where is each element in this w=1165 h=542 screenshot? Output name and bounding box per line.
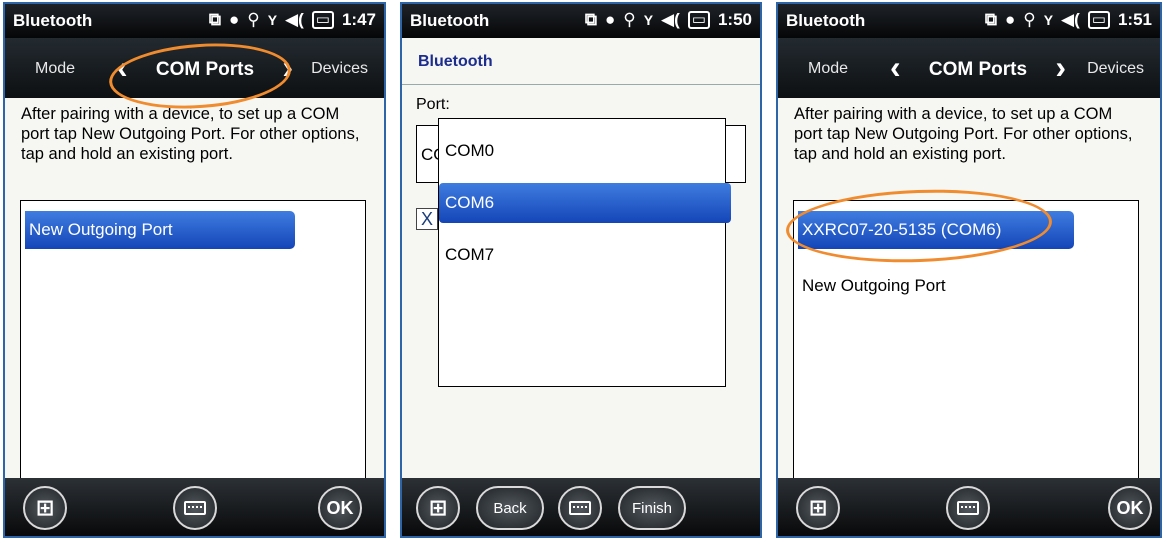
status-title: Bluetooth <box>410 11 490 30</box>
windows-start-icon[interactable]: ⊞ <box>416 486 460 530</box>
list-item-paired-port[interactable]: XXRC07-20-5135 (COM6) <box>798 211 1074 249</box>
nav-title: COM Ports <box>155 59 255 80</box>
dropdown-option-com0[interactable]: COM0 <box>439 131 725 171</box>
signal-icon: Y <box>1043 12 1054 28</box>
nav-title: COM Ports <box>928 59 1028 80</box>
keyboard-icon <box>957 501 979 515</box>
dropdown-option-com6[interactable]: COM6 <box>439 183 731 223</box>
windows-start-icon[interactable]: ⊞ <box>796 486 840 530</box>
back-button[interactable]: Back <box>476 486 544 530</box>
screen-1-com-ports: Bluetooth ⧉ ● ⚲ Y ◀︎( ▭ 1:47 Mode ‹ COM … <box>3 2 386 538</box>
status-title: Bluetooth <box>13 11 93 30</box>
instructions: After pairing with a device, to set up a… <box>794 105 1133 163</box>
chevron-right-icon[interactable]: › <box>1055 50 1066 84</box>
status-icons: ⧉ ● ⚲ Y ◀︎( ▭ 1:50 <box>585 10 752 30</box>
list-item-new-outgoing-port[interactable]: New Outgoing Port <box>25 211 295 249</box>
volume-icon: ◀︎( <box>1061 10 1080 29</box>
status-icons: ⧉ ● ⚲ Y ◀︎( ▭ 1:51 <box>985 10 1152 30</box>
keyboard-button[interactable] <box>173 486 217 530</box>
volume-icon: ◀︎( <box>661 10 680 29</box>
clock: 1:50 <box>717 10 752 29</box>
nav-devices[interactable]: Devices <box>1087 60 1144 78</box>
port-list: New Outgoing Port <box>20 200 366 483</box>
keyboard-button[interactable] <box>946 486 990 530</box>
list-item-new-outgoing-port[interactable]: New Outgoing Port <box>798 267 1098 305</box>
status-bar: Bluetooth ⧉ ● ⚲ Y ◀︎( ▭ 1:51 <box>778 4 1160 38</box>
battery-icon: ▭ <box>311 11 334 29</box>
keyboard-icon <box>569 501 591 515</box>
sync-icon: ⧉ <box>984 10 997 29</box>
dropdown-option-com7[interactable]: COM7 <box>439 235 725 275</box>
option-checkbox[interactable]: X <box>416 208 438 230</box>
bottom-bar: ⊞ OK <box>5 478 384 536</box>
gps-icon: ⚲ <box>623 10 636 29</box>
nav-mode[interactable]: Mode <box>808 60 848 78</box>
volume-icon: ◀︎( <box>285 10 304 29</box>
port-label: Port: <box>416 96 450 113</box>
port-list: XXRC07-20-5135 (COM6) New Outgoing Port <box>793 200 1139 483</box>
instructions: After pairing with a device, to set up a… <box>21 105 360 163</box>
status-title: Bluetooth <box>786 11 866 30</box>
signal-icon: Y <box>267 12 278 28</box>
dot-icon: ● <box>228 10 240 29</box>
nav-bar: Mode ‹ COM Ports › Devices <box>778 38 1160 98</box>
keyboard-button[interactable] <box>558 486 602 530</box>
screen-2-port-dialog: Bluetooth ⧉ ● ⚲ Y ◀︎( ▭ 1:50 Bluetooth P… <box>400 2 762 538</box>
sync-icon: ⧉ <box>584 10 597 29</box>
windows-start-icon[interactable]: ⊞ <box>23 486 67 530</box>
chevron-left-icon[interactable]: ‹ <box>890 50 901 84</box>
status-icons: ⧉ ● ⚲ Y ◀︎( ▭ 1:47 <box>209 10 376 30</box>
divider <box>402 84 760 85</box>
nav-bar: Mode ‹ COM Ports › Devices <box>5 38 384 98</box>
ok-button[interactable]: OK <box>1108 486 1152 530</box>
clock: 1:51 <box>1117 10 1152 29</box>
nav-center: ‹ COM Ports › <box>888 48 1068 88</box>
finish-button[interactable]: Finish <box>618 486 686 530</box>
nav-devices[interactable]: Devices <box>311 60 368 78</box>
keyboard-icon <box>184 501 206 515</box>
nav-mode[interactable]: Mode <box>35 60 75 78</box>
status-bar: Bluetooth ⧉ ● ⚲ Y ◀︎( ▭ 1:47 <box>5 4 384 38</box>
bottom-bar: ⊞ Back Finish <box>402 478 760 536</box>
battery-icon: ▭ <box>687 11 710 29</box>
bottom-bar: ⊞ OK <box>778 478 1160 536</box>
dot-icon: ● <box>604 10 616 29</box>
ok-button[interactable]: OK <box>318 486 362 530</box>
sync-icon: ⧉ <box>208 10 221 29</box>
status-bar: Bluetooth ⧉ ● ⚲ Y ◀︎( ▭ 1:50 <box>402 4 760 38</box>
gps-icon: ⚲ <box>1023 10 1036 29</box>
dialog-title: Bluetooth <box>418 53 493 70</box>
gps-icon: ⚲ <box>247 10 260 29</box>
chevron-left-icon[interactable]: ‹ <box>117 50 128 84</box>
screen-3-com-ports-paired: Bluetooth ⧉ ● ⚲ Y ◀︎( ▭ 1:51 Mode ‹ COM … <box>776 2 1162 538</box>
clock: 1:47 <box>341 10 376 29</box>
chevron-right-icon[interactable]: › <box>282 50 293 84</box>
battery-icon: ▭ <box>1087 11 1110 29</box>
signal-icon: Y <box>643 12 654 28</box>
port-dropdown: COM0 COM6 COM7 <box>438 118 731 387</box>
nav-center: ‹ COM Ports › <box>115 48 295 88</box>
dot-icon: ● <box>1004 10 1016 29</box>
